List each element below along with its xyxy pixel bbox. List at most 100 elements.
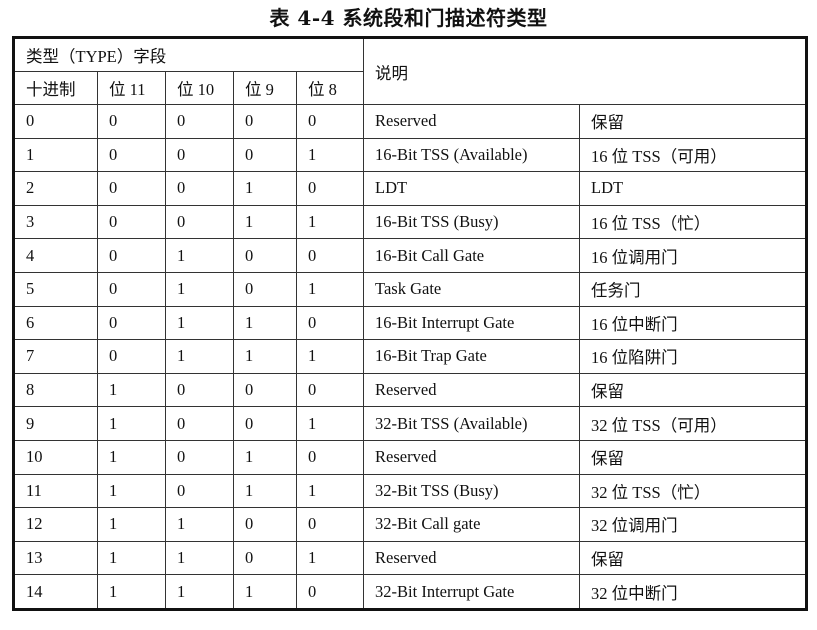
cell-bit-10: 0	[165, 406, 234, 441]
table-row: 13 1 1 0 1 Reserved 保留	[13, 540, 808, 576]
cell-bit-11: 1	[97, 439, 166, 475]
cell-bit-9: 0	[233, 540, 297, 576]
cell-bit-11: 1	[97, 473, 166, 509]
cell-description-en: Reserved	[363, 372, 581, 408]
cell-bit-9: 1	[233, 171, 297, 206]
cell-bit-9: 1	[233, 204, 297, 240]
cell-bit-9: 0	[233, 406, 297, 441]
cell-bit-8: 1	[295, 339, 365, 374]
cell-bit-11: 1	[97, 372, 166, 408]
cell-bit-9: 1	[233, 439, 297, 475]
cell-description-zh: 16 位 TSS（忙）	[579, 204, 808, 240]
column-header-bit-8: 位 8	[295, 71, 365, 105]
type-field-header: 类型（TYPE）字段	[12, 37, 365, 72]
cell-bit-10: 1	[165, 574, 234, 610]
cell-description-en: 32-Bit TSS (Busy)	[363, 473, 581, 509]
cell-description-en: 16-Bit Trap Gate	[363, 339, 581, 374]
table-row: 1 0 0 0 1 16-Bit TSS (Available) 16 位 TSS（可用）	[13, 137, 808, 173]
cell-bit-11: 0	[97, 305, 166, 341]
cell-description-en: 32-Bit TSS (Available)	[363, 406, 581, 441]
cell-decimal: 0	[13, 104, 98, 139]
cell-bit-8: 1	[295, 271, 365, 307]
cell-description-zh: 32 位调用门	[579, 507, 808, 542]
cell-bit-10: 0	[165, 171, 234, 206]
column-header-bit-11: 位 11	[97, 71, 166, 105]
cell-decimal: 9	[13, 406, 98, 441]
table-caption: 表 4-4 系统段和门描述符类型	[269, 6, 548, 30]
cell-description-en: Task Gate	[363, 271, 581, 307]
cell-description-zh: 16 位调用门	[579, 238, 808, 273]
table-body: 0 0 0 0 0 Reserved 保留 1 0 0 0 1 16-Bit TSS (Availabl…	[13, 104, 808, 610]
cell-description-zh: 任务门	[579, 271, 808, 307]
cell-bit-8: 0	[295, 305, 365, 341]
table-row: 3 0 0 1 1 16-Bit TSS (Busy) 16 位 TSS（忙）	[13, 204, 808, 240]
cell-decimal: 8	[13, 372, 98, 408]
cell-bit-9: 0	[233, 104, 297, 139]
table-row: 4 0 1 0 0 16-Bit Call Gate 16 位调用门	[13, 238, 808, 273]
cell-bit-10: 1	[165, 238, 234, 273]
cell-bit-8: 0	[295, 238, 365, 273]
cell-bit-8: 0	[295, 439, 365, 475]
cell-description-zh: 保留	[579, 540, 808, 576]
cell-decimal: 11	[13, 473, 98, 509]
cell-bit-8: 0	[295, 372, 365, 408]
cell-decimal: 13	[13, 540, 98, 576]
cell-bit-11: 0	[97, 104, 166, 139]
cell-bit-8: 0	[295, 507, 365, 542]
cell-bit-8: 1	[295, 473, 365, 509]
cell-decimal: 7	[13, 339, 98, 374]
cell-description-en: 32-Bit Interrupt Gate	[363, 574, 581, 610]
cell-decimal: 1	[13, 137, 98, 173]
cell-bit-8: 0	[295, 574, 365, 610]
cell-bit-9: 1	[233, 339, 297, 374]
table-row: 8 1 0 0 0 Reserved 保留	[13, 372, 808, 408]
cell-bit-9: 1	[233, 473, 297, 509]
cell-bit-9: 1	[233, 574, 297, 610]
column-header-bit-10: 位 10	[165, 71, 234, 105]
cell-bit-9: 1	[233, 305, 297, 341]
cell-description-zh: 16 位 TSS（可用）	[579, 137, 808, 173]
cell-bit-9: 0	[233, 507, 297, 542]
cell-bit-11: 0	[97, 204, 166, 240]
cell-description-zh: 保留	[579, 372, 808, 408]
table-row: 9 1 0 0 1 32-Bit TSS (Available) 32 位 TSS（可用）	[13, 406, 808, 441]
cell-description-en: Reserved	[363, 540, 581, 576]
table-row: 0 0 0 0 0 Reserved 保留	[13, 104, 808, 139]
cell-description-en: 16-Bit Call Gate	[363, 238, 581, 273]
cell-bit-10: 0	[165, 439, 234, 475]
cell-bit-11: 0	[97, 238, 166, 273]
cell-bit-10: 1	[165, 339, 234, 374]
table-row: 2 0 0 1 0 LDT LDT	[13, 171, 808, 206]
cell-bit-10: 0	[165, 137, 234, 173]
cell-description-zh: 保留	[579, 439, 808, 475]
cell-description-en: 32-Bit Call gate	[363, 507, 581, 542]
table-row: 11 1 0 1 1 32-Bit TSS (Busy) 32 位 TSS（忙）	[13, 473, 808, 509]
table-row: 6 0 1 1 0 16-Bit Interrupt Gate 16 位中断门	[13, 305, 808, 341]
descriptor-type-table: 类型（TYPE）字段 说明 十进制 位 11 位 10 位 9 位 8 0000…	[12, 36, 809, 611]
cell-bit-11: 0	[97, 339, 166, 374]
cell-bit-9: 0	[233, 238, 297, 273]
cell-decimal: 12	[13, 507, 98, 542]
cell-decimal: 2	[13, 171, 98, 206]
cell-bit-11: 0	[97, 171, 166, 206]
table-row: 14 1 1 1 0 32-Bit Interrupt Gate 32 位中断门	[13, 574, 808, 610]
cell-bit-8: 1	[295, 137, 365, 173]
cell-bit-10: 0	[165, 204, 234, 240]
cell-description-zh: 16 位中断门	[579, 305, 808, 341]
cell-bit-11: 0	[97, 137, 166, 173]
cell-bit-9: 0	[233, 137, 297, 173]
cell-description-zh: 32 位 TSS（可用）	[579, 406, 808, 441]
cell-description-en: 16-Bit TSS (Busy)	[363, 204, 581, 240]
cell-decimal: 14	[13, 574, 98, 610]
cell-description-zh: 32 位 TSS（忙）	[579, 473, 808, 509]
cell-bit-11: 1	[97, 574, 166, 610]
cell-bit-11: 1	[97, 540, 166, 576]
cell-bit-10: 0	[165, 104, 234, 139]
cell-decimal: 4	[13, 238, 98, 273]
cell-bit-10: 0	[165, 372, 234, 408]
cell-description-en: Reserved	[363, 439, 581, 475]
cell-decimal: 3	[13, 204, 98, 240]
cell-bit-10: 1	[165, 305, 234, 341]
column-header-decimal: 十进制	[13, 71, 98, 105]
cell-description-en: 16-Bit TSS (Available)	[363, 137, 581, 173]
